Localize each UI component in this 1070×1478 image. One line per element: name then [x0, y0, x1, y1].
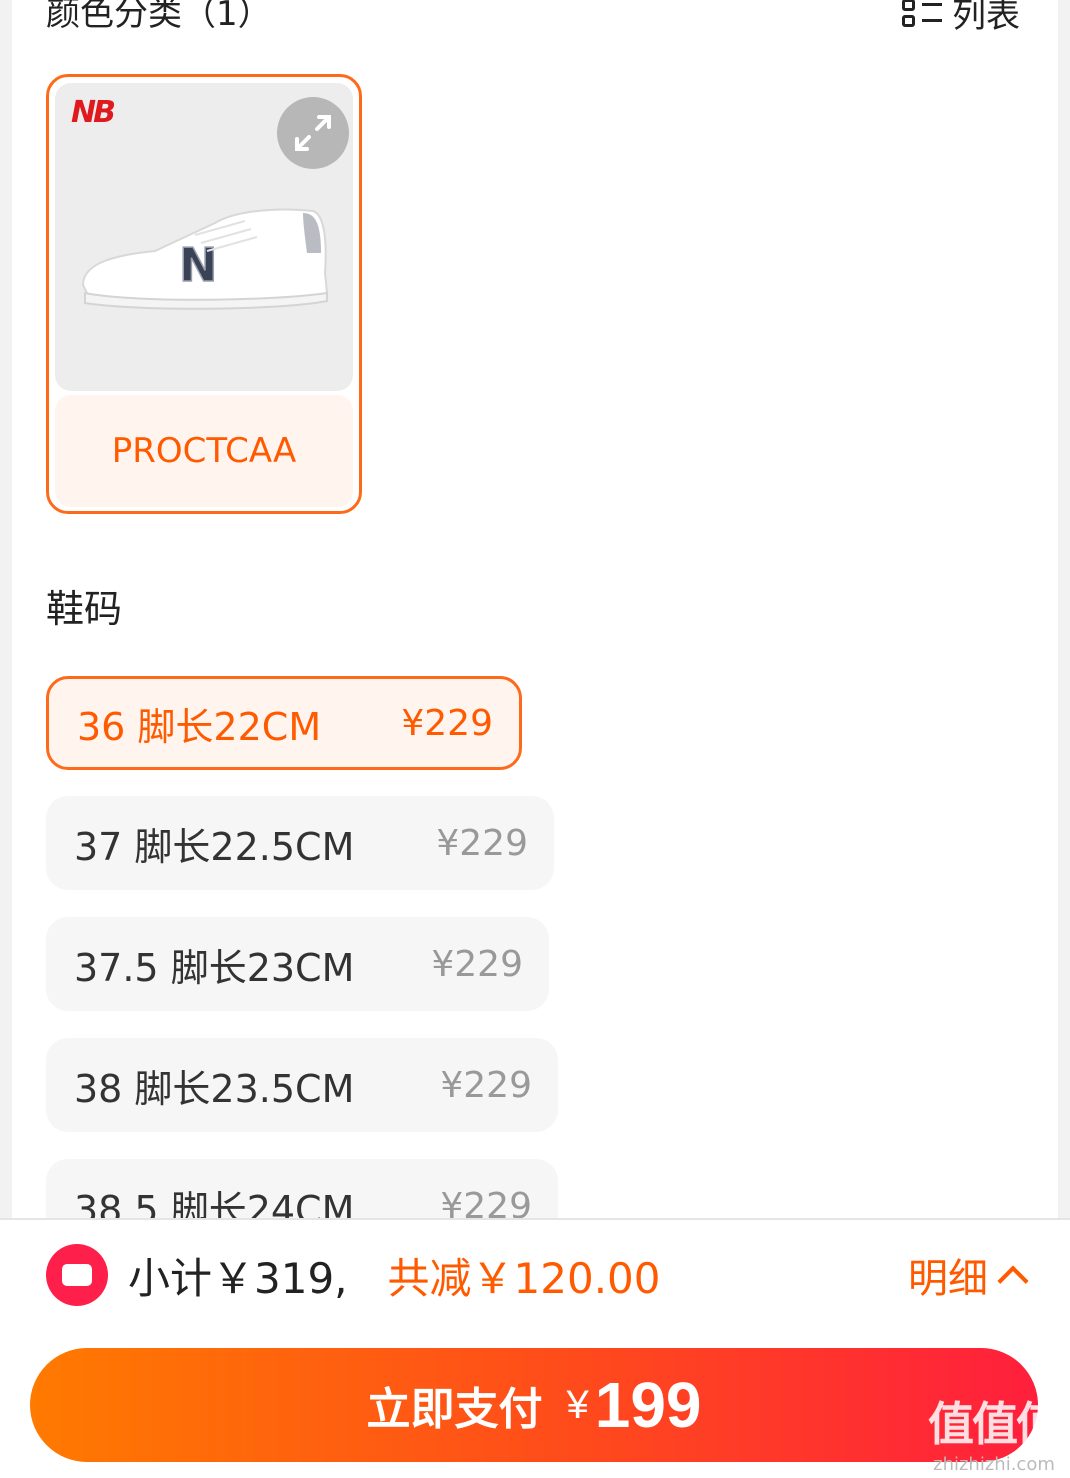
expand-image-button[interactable]	[277, 97, 349, 169]
svg-text:N: N	[179, 238, 218, 292]
list-view-toggle[interactable]: 列表	[902, 0, 1020, 37]
watermark-url: zhizhizhi.com	[933, 1454, 1055, 1475]
pay-now-button[interactable]: 立即支付 ¥ 199	[30, 1348, 1038, 1462]
list-view-icon	[902, 0, 942, 30]
size-option-price: ¥229	[436, 822, 528, 864]
color-option-card[interactable]: NB N PROCTCAA	[46, 74, 362, 514]
size-option-price: ¥229	[440, 1185, 532, 1219]
brand-logo: NB	[71, 95, 116, 130]
price-summary: 小计￥319, 共减￥120.00	[128, 1244, 661, 1306]
size-section-title: 鞋码	[46, 587, 123, 631]
size-option[interactable]: 36 脚长22CM ¥229	[46, 676, 522, 770]
size-option-label: 38 脚长23.5CM	[74, 1066, 355, 1111]
checkout-footer: 小计￥319, 共减￥120.00 明细 立即支付 ¥ 199	[0, 1218, 1070, 1478]
size-option-price: ¥229	[440, 1064, 532, 1106]
site-watermark: 值值值 zhizhizhi.com	[928, 1388, 1062, 1475]
size-option-label: 36 脚长22CM	[77, 704, 322, 749]
product-image: NB N	[55, 83, 353, 391]
subtotal-text: 小计￥319,	[128, 1253, 348, 1303]
price-detail-toggle[interactable]: 明细	[908, 1244, 1029, 1306]
color-section-title: 颜色分类（1）	[46, 0, 272, 34]
size-option-price: ¥229	[401, 702, 493, 744]
size-option-price: ¥229	[431, 943, 523, 985]
price-detail-label: 明细	[908, 1256, 988, 1302]
pay-now-label: 立即支付	[366, 1385, 543, 1434]
size-option-label: 37 脚长22.5CM	[74, 824, 355, 869]
size-options-list: 36 脚长22CM ¥229 37 脚长22.5CM ¥229 37.5 脚长2…	[46, 676, 606, 1218]
size-option[interactable]: 37 脚长22.5CM ¥229	[46, 796, 554, 890]
pay-amount: 199	[594, 1369, 702, 1441]
size-option[interactable]: 38 脚长23.5CM ¥229	[46, 1038, 558, 1132]
size-option-label: 37.5 脚长23CM	[74, 945, 355, 990]
list-view-label: 列表	[952, 0, 1020, 36]
coupon-icon	[46, 1244, 108, 1306]
chevron-up-icon	[997, 1265, 1029, 1297]
color-option-label: PROCTCAA	[55, 395, 353, 507]
size-option[interactable]: 37.5 脚长23CM ¥229	[46, 917, 549, 1011]
discount-text: 共减￥120.00	[387, 1253, 661, 1303]
size-option-label: 38.5 脚长24CM	[74, 1187, 355, 1219]
watermark-logo: 值值值	[928, 1397, 1062, 1451]
expand-icon	[295, 115, 331, 151]
sneaker-illustration: N	[81, 208, 329, 310]
pay-currency: ¥	[566, 1382, 589, 1427]
size-option[interactable]: 38.5 脚长24CM ¥229	[46, 1159, 558, 1218]
